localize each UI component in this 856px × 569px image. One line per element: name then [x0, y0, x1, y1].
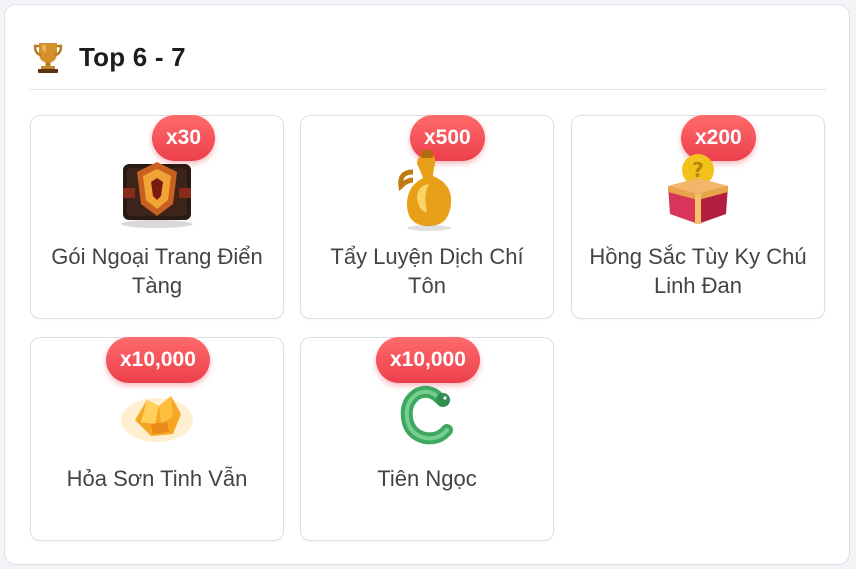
reward-card[interactable]: x200 ? Hồng Sắc Tùy Ky Chú Linh Đan [571, 115, 825, 319]
reward-card[interactable]: x500 Tẩy Luyện Dịch Chí Tôn [300, 115, 554, 319]
item-name: Tẩy Luyện Dịch Chí Tôn [330, 244, 524, 298]
reward-card[interactable]: x30 Gói Ngoại Trang Điển Tàng [30, 115, 284, 319]
item-name: Gói Ngoại Trang Điển Tàng [51, 244, 263, 298]
item-name: Tiên Ngọc [377, 466, 477, 491]
trophy-icon [33, 43, 63, 73]
costume-chest-icon [121, 162, 193, 228]
jade-dragon-icon [400, 385, 453, 445]
mystery-box-icon: ? [668, 154, 728, 224]
item-name: Hồng Sắc Tùy Ky Chú Linh Đan [589, 244, 807, 298]
rewards-panel: Top 6 - 7 x30 Gói Ngoại Trang Điển Tàng … [4, 4, 850, 565]
reward-card[interactable]: x10,000 Tiên Ngọc [300, 337, 554, 541]
item-name: Hỏa Sơn Tinh Vẫn [66, 466, 248, 491]
fire-crystal-icon [121, 396, 193, 442]
panel-title: Top 6 - 7 [79, 41, 186, 72]
panel-header: Top 6 - 7 [33, 37, 186, 77]
header-divider [29, 89, 826, 90]
elixir-gourd-icon [398, 150, 452, 231]
reward-card[interactable]: x10,000 Hỏa Sơn Tinh Vẫn [30, 337, 284, 541]
